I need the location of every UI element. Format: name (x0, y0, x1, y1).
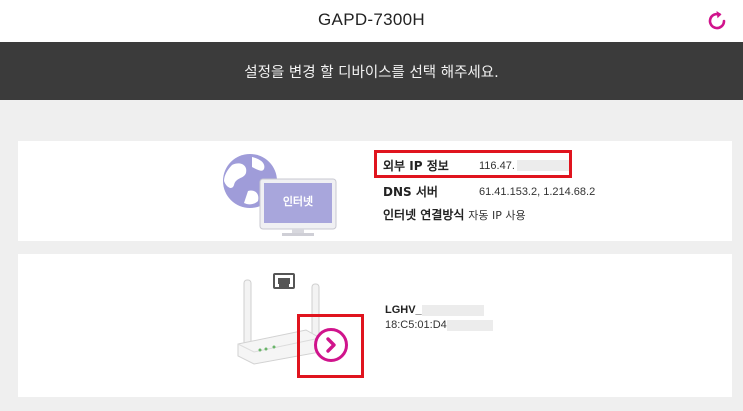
device-card[interactable]: LGHV_ 18:C5:01:D4 (18, 254, 732, 397)
monitor-label: 인터넷 (282, 195, 314, 208)
instruction-banner: 설정을 변경 할 디바이스를 선택 해주세요. (0, 42, 743, 100)
external-ip-highlight (374, 150, 572, 178)
dns-value-row: 61.41.153.2, 1.214.68.2 (479, 184, 595, 198)
connection-type-value: 자동 IP 사용 (468, 209, 526, 222)
device-name-row: LGHV_ (385, 304, 484, 316)
internet-card: 인터넷 외부 IP 정보 116.47. DNS 서버 61.41.153.2,… (18, 141, 732, 241)
instruction-text: 설정을 변경 할 디바이스를 선택 해주세요. (244, 65, 499, 81)
page-title: GAPD-7300H (318, 10, 425, 29)
device-mac: 18:C5:01:D4 (385, 319, 447, 331)
connection-type-row: 인터넷 연결방식 자동 IP 사용 (383, 206, 526, 223)
connection-type-label: 인터넷 연결방식 (383, 208, 465, 222)
refresh-icon[interactable] (705, 9, 729, 33)
redaction-block (446, 319, 493, 331)
dns-label: DNS 서버 (383, 185, 438, 199)
dns-value: 61.41.153.2, 1.214.68.2 (479, 186, 596, 198)
device-name: LGHV_ (385, 304, 422, 316)
device-mac-row: 18:C5:01:D4 (385, 319, 493, 331)
device-action-highlight (297, 314, 364, 378)
top-bar: GAPD-7300H (0, 0, 743, 42)
redaction-block (421, 304, 484, 316)
dns-row: DNS 서버 (383, 183, 438, 200)
